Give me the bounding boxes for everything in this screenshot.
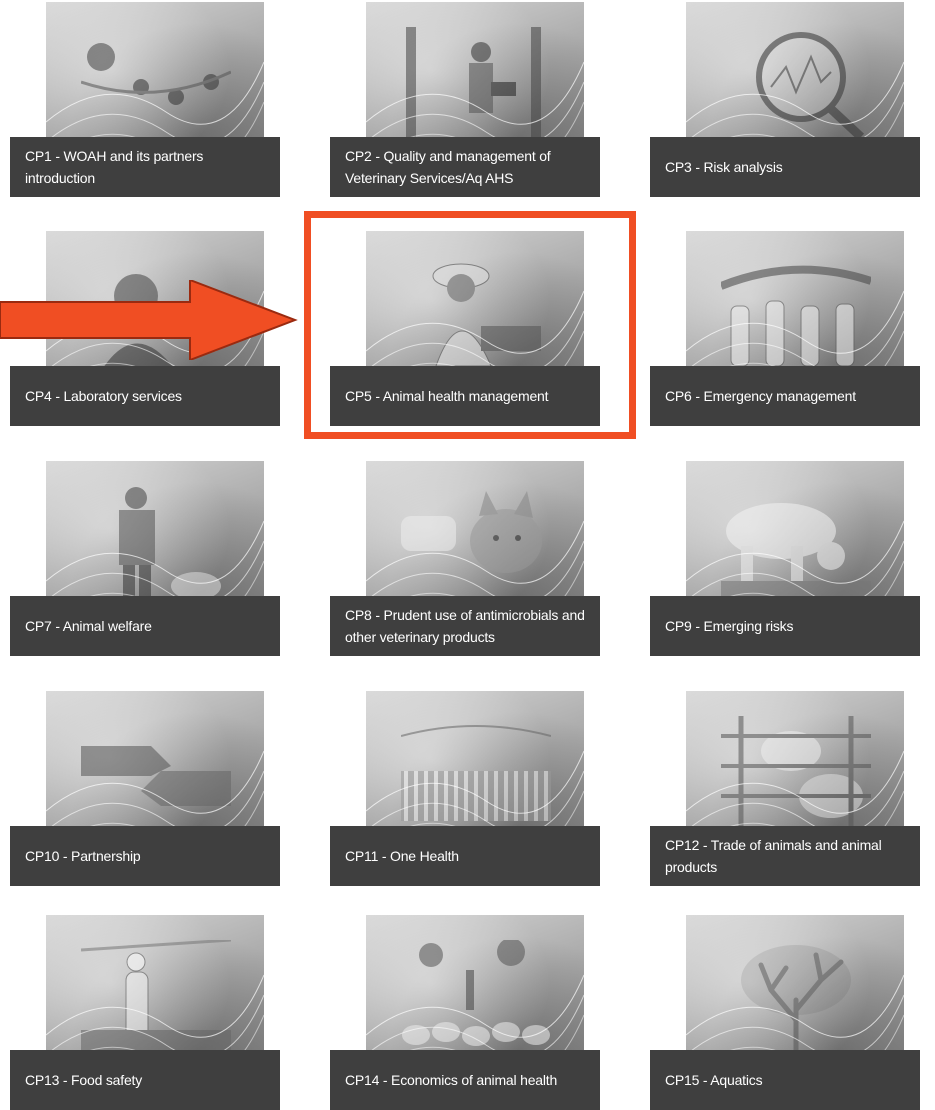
module-card-title: CP12 - Trade of animals and animal produ… [650, 826, 920, 886]
module-card-cp10[interactable]: CP10 - Partnership [10, 691, 280, 886]
module-card-cp8[interactable]: CP8 - Prudent use of antimicrobials and … [330, 461, 600, 656]
module-card-title: CP9 - Emerging risks [650, 596, 920, 656]
module-card-title: CP13 - Food safety [10, 1050, 280, 1110]
module-card-title: CP14 - Economics of animal health [330, 1050, 600, 1110]
module-card-cp1[interactable]: CP1 - WOAH and its partners introduction [10, 2, 280, 197]
module-card-cp9[interactable]: CP9 - Emerging risks [650, 461, 920, 656]
module-card-title: CP11 - One Health [330, 826, 600, 886]
module-card-cp7[interactable]: CP7 - Animal welfare [10, 461, 280, 656]
module-card-cp13[interactable]: CP13 - Food safety [10, 915, 280, 1110]
module-card-title: CP15 - Aquatics [650, 1050, 920, 1110]
course-module-grid: CP1 - WOAH and its partners introduction… [0, 0, 935, 1110]
module-card-title: CP1 - WOAH and its partners introduction [10, 137, 280, 197]
module-card-cp14[interactable]: CP14 - Economics of animal health [330, 915, 600, 1110]
module-card-title: CP3 - Risk analysis [650, 137, 920, 197]
module-card-cp12[interactable]: CP12 - Trade of animals and animal produ… [650, 691, 920, 886]
module-card-title: CP2 - Quality and management of Veterina… [330, 137, 600, 197]
module-card-cp2[interactable]: CP2 - Quality and management of Veterina… [330, 2, 600, 197]
module-card-title: CP4 - Laboratory services [10, 366, 280, 426]
module-card-title: CP6 - Emergency management [650, 366, 920, 426]
right-arrow-icon [0, 280, 298, 360]
module-card-title: CP7 - Animal welfare [10, 596, 280, 656]
module-card-cp6[interactable]: CP6 - Emergency management [650, 231, 920, 426]
module-card-cp15[interactable]: CP15 - Aquatics [650, 915, 920, 1110]
module-card-title: CP8 - Prudent use of antimicrobials and … [330, 596, 600, 656]
module-card-cp5[interactable]: CP5 - Animal health management [330, 231, 600, 426]
module-card-title: CP10 - Partnership [10, 826, 280, 886]
module-card-cp3[interactable]: CP3 - Risk analysis [650, 2, 920, 197]
module-card-title: CP5 - Animal health management [330, 366, 600, 426]
module-card-cp11[interactable]: CP11 - One Health [330, 691, 600, 886]
